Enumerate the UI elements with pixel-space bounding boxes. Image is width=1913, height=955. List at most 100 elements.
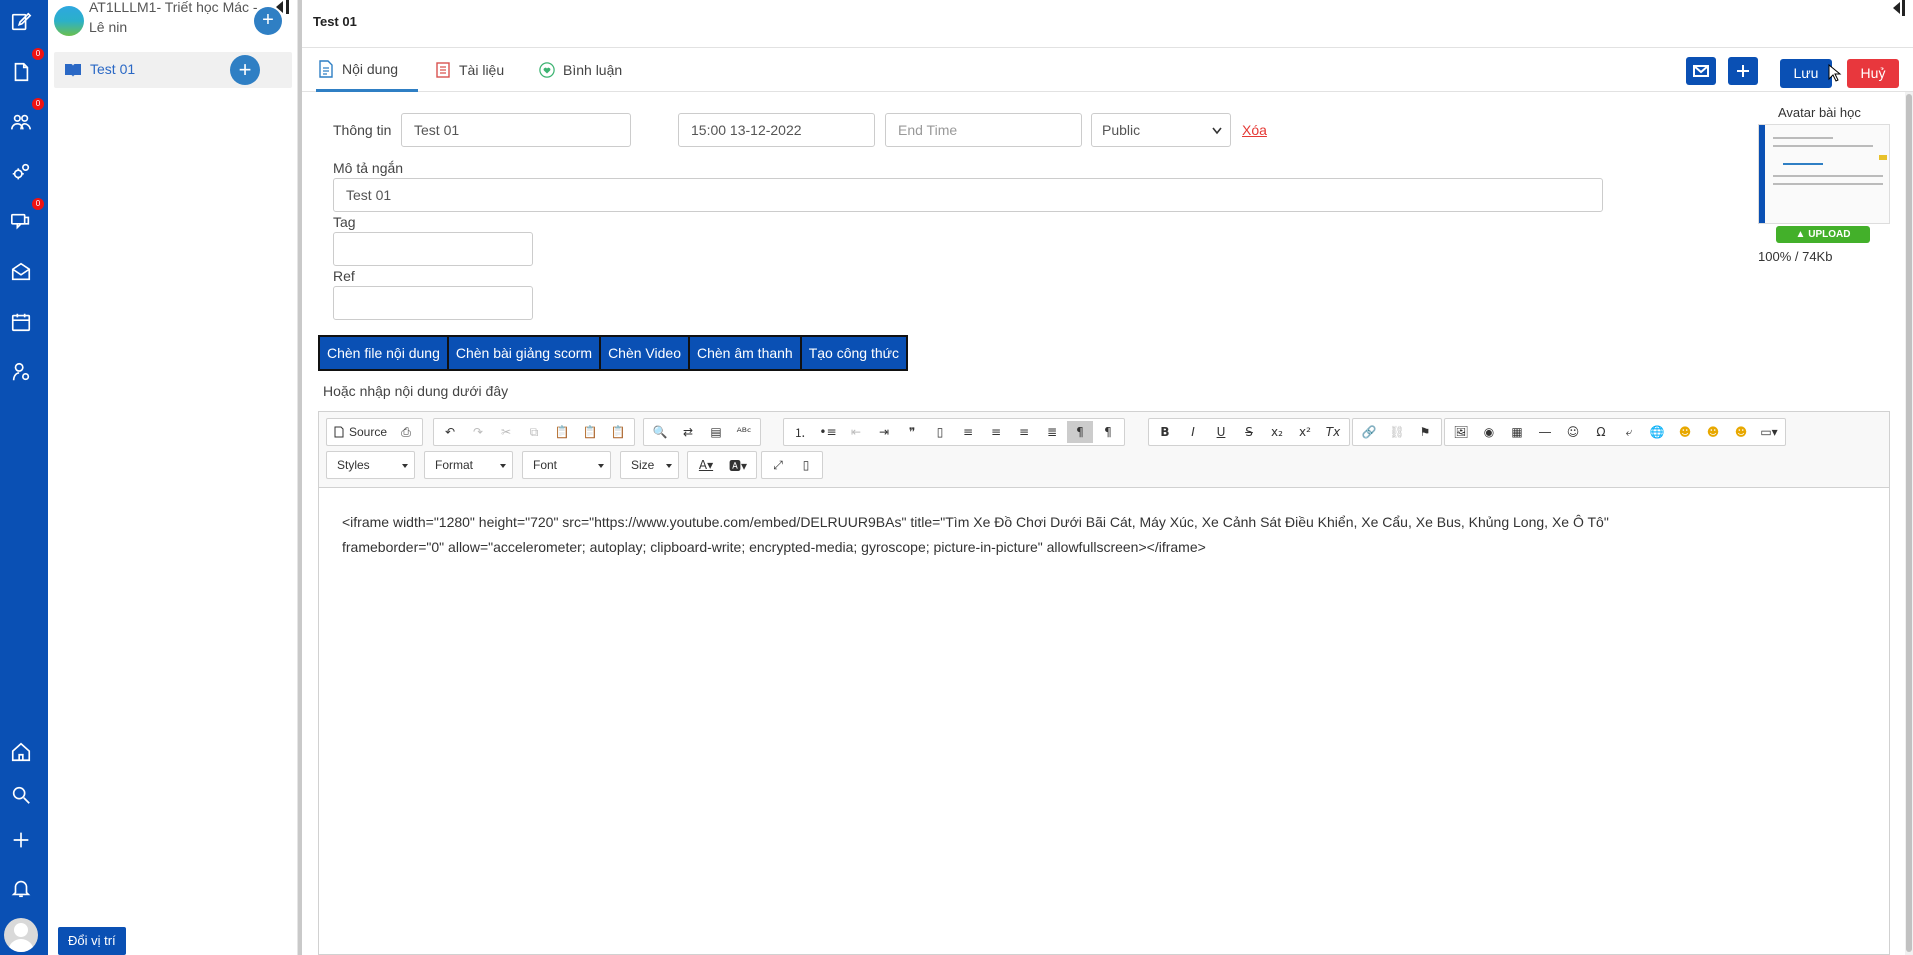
swap-position-button[interactable]: Đổi vị trí — [58, 927, 126, 955]
users-badge: 0 — [32, 98, 44, 110]
format-combo[interactable]: Format — [424, 451, 513, 479]
text-color-icon[interactable]: A▾ — [691, 454, 721, 476]
insert-audio-button[interactable]: Chèn âm thanh — [689, 337, 800, 369]
horizontal-line-icon[interactable]: ― — [1532, 421, 1558, 443]
visibility-select[interactable]: Public — [1091, 113, 1231, 147]
page-break-icon[interactable]: ⤶ — [1616, 421, 1642, 443]
image-icon[interactable]: 🖼 — [1448, 421, 1474, 443]
chat-icon[interactable] — [9, 210, 33, 234]
blockquote-icon[interactable]: ❞ — [899, 421, 925, 443]
strikethrough-icon[interactable]: S — [1236, 421, 1262, 443]
undo-icon[interactable]: ↶ — [437, 421, 463, 443]
paste-text-icon[interactable]: 📋 — [577, 421, 603, 443]
create-formula-button[interactable]: Tạo công thức — [801, 337, 907, 369]
copy-icon[interactable]: ⧉ — [521, 421, 547, 443]
upload-button[interactable]: ▲ UPLOAD — [1776, 226, 1870, 243]
cut-icon[interactable]: ✂ — [493, 421, 519, 443]
document-icon[interactable] — [9, 60, 33, 84]
calendar-icon[interactable] — [9, 310, 33, 334]
insert-scorm-button[interactable]: Chèn bài giảng scorm — [448, 337, 600, 369]
send-mail-button[interactable] — [1686, 57, 1716, 85]
user-avatar[interactable] — [4, 918, 38, 952]
select-all-icon[interactable]: ▤ — [703, 421, 729, 443]
align-left-icon[interactable]: ≡ — [955, 421, 981, 443]
upload-label: UPLOAD — [1808, 229, 1851, 240]
align-right-icon[interactable]: ≡ — [1011, 421, 1037, 443]
link-icon[interactable]: 🔗 — [1356, 421, 1382, 443]
outdent-icon[interactable]: ⇤ — [843, 421, 869, 443]
add-button[interactable] — [1728, 57, 1758, 85]
source-button[interactable]: Source — [330, 421, 391, 443]
bold-icon[interactable]: B — [1152, 421, 1178, 443]
title-input[interactable] — [401, 113, 631, 147]
user-settings-icon[interactable] — [9, 360, 33, 384]
paste-word-icon[interactable]: 📋 — [605, 421, 631, 443]
indent-icon[interactable]: ⇥ — [871, 421, 897, 443]
ref-input[interactable] — [333, 286, 533, 320]
page-scrollbar[interactable] — [1905, 92, 1913, 955]
justify-icon[interactable]: ≣ — [1039, 421, 1065, 443]
smiley-icon[interactable]: ☺ — [1560, 421, 1586, 443]
edit-note-icon[interactable] — [9, 10, 33, 34]
div-container-icon[interactable]: ▯ — [927, 421, 953, 443]
insert-video-button[interactable]: Chèn Video — [601, 337, 688, 369]
italic-icon[interactable]: I — [1180, 421, 1206, 443]
maximize-icon[interactable]: ⤢ — [765, 454, 791, 476]
bulleted-list-icon[interactable]: •≡ — [815, 421, 841, 443]
special-char-icon[interactable]: Ω — [1588, 421, 1614, 443]
start-time-input[interactable] — [678, 113, 875, 147]
rtl-icon[interactable]: ¶ — [1095, 421, 1121, 443]
rich-text-editor: Source ⎙ ↶ ↷ ✂ ⧉ 📋 📋 📋 🔍 ⇄ ▤ ᴬᴮᶜ ⒈ •≡ ⇤ … — [318, 411, 1890, 955]
end-time-input[interactable] — [885, 113, 1082, 147]
editor-content[interactable]: <iframe width="1280" height="720" src="h… — [342, 510, 1872, 560]
insert-content-file-button[interactable]: Chèn file nội dung — [320, 337, 447, 369]
superscript-icon[interactable]: x² — [1292, 421, 1318, 443]
delete-link[interactable]: Xóa — [1242, 122, 1267, 138]
remove-format-icon[interactable]: Tx — [1320, 421, 1346, 443]
templates-dropdown-icon[interactable]: ▭▾ — [1756, 421, 1782, 443]
anchor-flag-icon[interactable]: ⚑ — [1412, 421, 1438, 443]
mail-icon[interactable] — [9, 260, 33, 284]
preview-icon[interactable]: ⎙ — [393, 421, 419, 443]
tab-content[interactable]: Nội dung — [316, 48, 418, 92]
underline-icon[interactable]: U — [1208, 421, 1234, 443]
replace-icon[interactable]: ⇄ — [675, 421, 701, 443]
cancel-button[interactable]: Huỷ — [1847, 59, 1899, 88]
bell-icon[interactable] — [9, 876, 33, 900]
tab-comments[interactable]: Bình luận — [539, 48, 622, 92]
size-combo[interactable]: Size — [620, 451, 679, 479]
add-sublesson-button[interactable]: + — [230, 55, 260, 85]
search-icon[interactable] — [9, 783, 33, 807]
lesson-item[interactable]: Test 01 + — [54, 52, 292, 88]
styles-combo[interactable]: Styles — [326, 451, 415, 479]
tab-documents[interactable]: Tài liệu — [435, 48, 504, 92]
scrollbar-thumb[interactable] — [1906, 94, 1912, 952]
gears-icon[interactable] — [9, 160, 33, 184]
short-desc-textarea[interactable]: Test 01 — [333, 178, 1603, 212]
spellcheck-icon[interactable]: ᴬᴮᶜ — [731, 421, 757, 443]
unlink-icon[interactable]: ⛓ — [1384, 421, 1410, 443]
emoji-3-icon[interactable]: ☻ — [1728, 421, 1754, 443]
bg-color-icon[interactable]: 🅰▾ — [723, 454, 753, 476]
redo-icon[interactable]: ↷ — [465, 421, 491, 443]
flash-icon[interactable]: ◉ — [1476, 421, 1502, 443]
tag-input[interactable] — [333, 232, 533, 266]
iframe-icon[interactable]: 🌐 — [1644, 421, 1670, 443]
font-combo[interactable]: Font — [522, 451, 611, 479]
table-icon[interactable]: ▦ — [1504, 421, 1530, 443]
align-center-icon[interactable]: ≡ — [983, 421, 1009, 443]
home-icon[interactable] — [9, 740, 33, 764]
numbered-list-icon[interactable]: ⒈ — [787, 421, 813, 443]
collapse-right-icon[interactable] — [1890, 0, 1908, 16]
show-blocks-icon[interactable]: ▯ — [793, 454, 819, 476]
emoji-2-icon[interactable]: ☻ — [1700, 421, 1726, 443]
collapse-panel-icon[interactable] — [274, 0, 292, 14]
plus-icon[interactable] — [9, 828, 33, 852]
paste-icon[interactable]: 📋 — [549, 421, 575, 443]
subscript-icon[interactable]: x₂ — [1264, 421, 1290, 443]
emoji-1-icon[interactable]: ☻ — [1672, 421, 1698, 443]
ltr-icon[interactable]: ¶ — [1067, 421, 1093, 443]
save-button[interactable]: Lưu — [1780, 59, 1832, 88]
users-icon[interactable] — [9, 110, 33, 134]
find-icon[interactable]: 🔍 — [647, 421, 673, 443]
